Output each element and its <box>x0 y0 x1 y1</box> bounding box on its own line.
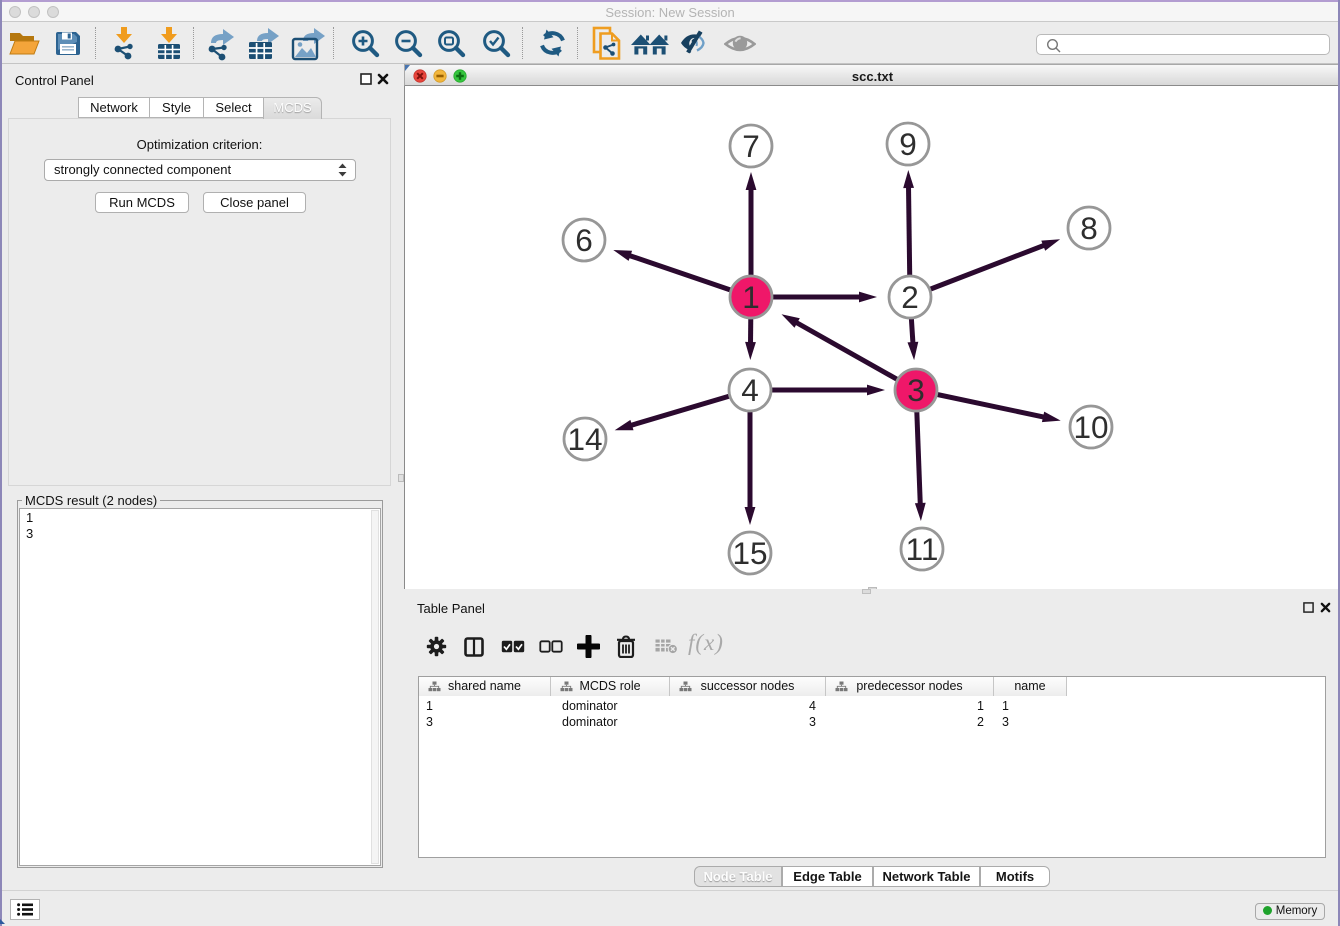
svg-text:11: 11 <box>906 531 939 567</box>
svg-text:7: 7 <box>742 128 760 164</box>
svg-text:6: 6 <box>575 222 593 258</box>
svg-text:14: 14 <box>567 421 602 457</box>
svg-text:1: 1 <box>742 279 760 315</box>
svg-text:15: 15 <box>732 535 767 571</box>
svg-text:4: 4 <box>741 372 759 408</box>
svg-text:9: 9 <box>899 126 917 162</box>
svg-text:8: 8 <box>1080 210 1098 246</box>
svg-text:3: 3 <box>907 372 925 408</box>
svg-text:2: 2 <box>901 279 919 315</box>
svg-text:10: 10 <box>1073 409 1108 445</box>
